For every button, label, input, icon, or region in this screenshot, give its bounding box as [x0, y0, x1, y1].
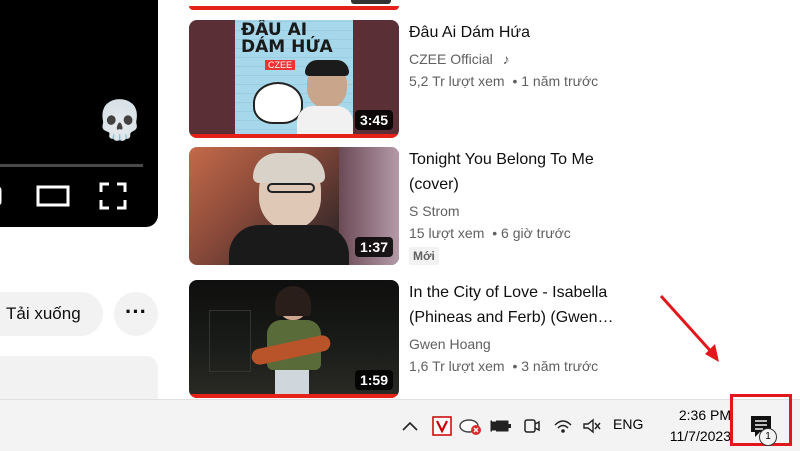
- download-button[interactable]: Tải xuống: [0, 292, 103, 336]
- wifi-icon: [554, 419, 572, 433]
- new-badge: Mới: [409, 247, 439, 265]
- channel-name[interactable]: Gwen Hoang: [409, 336, 639, 352]
- suggested-video[interactable]: 1:59 In the City of Love - Isabella (Phi…: [189, 280, 614, 400]
- ghost-character: [253, 82, 303, 124]
- theater-mode-icon[interactable]: [36, 180, 70, 212]
- upload-age: • 6 giờ trước: [492, 225, 571, 241]
- music-note-icon: ♪: [502, 51, 510, 67]
- previous-video-thumbnail-edge[interactable]: [189, 0, 399, 10]
- taskbar: ENG 2:36 PM 11/7/2023: [0, 399, 800, 451]
- video-meta: 1,6 Tr lượt xem • 3 năm trước: [409, 358, 639, 374]
- suggested-video[interactable]: 1:37 Tonight You Belong To Me (cover) S …: [189, 147, 609, 267]
- thumbnail-title-art: ĐÂU AI DÁM HỨA: [241, 20, 333, 57]
- duration-badge: 1:37: [354, 237, 393, 257]
- thumbnail-subtitle: CZEE: [265, 60, 296, 70]
- chevron-up-icon: [402, 421, 418, 431]
- person-body: [229, 225, 349, 265]
- skull-emoji: 💀: [96, 100, 144, 142]
- meet-now-tray-icon[interactable]: [520, 400, 544, 451]
- video-title[interactable]: Tonight You Belong To Me (cover): [409, 147, 639, 197]
- duration-badge-edge: [351, 0, 391, 4]
- video-thumbnail[interactable]: ĐÂU AI DÁM HỨA CZEE 3:45: [189, 20, 399, 138]
- view-count: 15 lượt xem: [409, 225, 485, 241]
- watch-progress-bar: [189, 394, 399, 398]
- view-count: 1,6 Tr lượt xem: [409, 358, 505, 374]
- watch-progress-bar: [189, 6, 399, 10]
- duration-badge: 1:59: [354, 370, 393, 390]
- person-hair: [253, 153, 325, 183]
- annotation-arrow: [659, 294, 719, 362]
- antivirus-tray-icon[interactable]: [430, 400, 454, 451]
- video-meta: 5,2 Tr lượt xem • 1 năm trước: [409, 73, 639, 89]
- onedrive-tray-icon[interactable]: [458, 400, 484, 451]
- player-progress-bar[interactable]: [0, 164, 143, 167]
- show-hidden-icons-button[interactable]: [398, 400, 422, 451]
- video-thumbnail[interactable]: 1:59: [189, 280, 399, 398]
- camera-icon: [524, 418, 540, 433]
- miniplayer-icon[interactable]: [0, 180, 6, 212]
- upload-age: • 1 năm trước: [512, 73, 599, 89]
- person-hair: [275, 286, 311, 316]
- video-info: In the City of Love - Isabella (Phineas …: [409, 280, 639, 374]
- suggested-video[interactable]: ĐÂU AI DÁM HỨA CZEE 3:45 Đâu Ai Dám Hứa …: [189, 20, 609, 140]
- shield-v-icon: [432, 415, 452, 436]
- clock-date: 11/7/2023: [669, 428, 731, 444]
- mic-stand-art: [209, 310, 251, 372]
- clock[interactable]: 2:36 PM 11/7/2023: [655, 405, 731, 447]
- fullscreen-icon[interactable]: [98, 180, 128, 212]
- video-info: Tonight You Belong To Me (cover) S Strom…: [409, 147, 639, 265]
- notification-count-badge: 1: [759, 428, 777, 446]
- more-actions-button[interactable]: ···: [114, 292, 158, 336]
- upload-age: • 3 năm trước: [512, 358, 599, 374]
- person-hair: [305, 60, 349, 76]
- channel-name-text[interactable]: CZEE Official: [409, 51, 493, 67]
- clock-time: 2:36 PM: [678, 407, 731, 423]
- battery-icon: [490, 420, 511, 431]
- input-language-indicator[interactable]: ENG: [613, 416, 643, 432]
- cloud-error-icon: [459, 418, 481, 435]
- speaker-muted-icon: [583, 418, 601, 433]
- video-title[interactable]: Đâu Ai Dám Hứa: [409, 20, 639, 45]
- glasses: [267, 183, 315, 193]
- battery-tray-icon[interactable]: [488, 400, 514, 451]
- video-meta: 15 lượt xem • 6 giờ trước: [409, 225, 639, 241]
- thumbnail-art: ĐÂU AI DÁM HỨA CZEE: [235, 20, 353, 138]
- channel-name[interactable]: S Strom: [409, 203, 639, 219]
- view-count: 5,2 Tr lượt xem: [409, 73, 505, 89]
- wifi-tray-icon[interactable]: [550, 400, 576, 451]
- video-info: Đâu Ai Dám Hứa CZEE Official ♪ 5,2 Tr lư…: [409, 20, 639, 89]
- watch-progress-bar: [189, 134, 399, 138]
- video-thumbnail[interactable]: 1:37: [189, 147, 399, 265]
- channel-name[interactable]: CZEE Official ♪: [409, 51, 639, 67]
- video-player[interactable]: 💀: [0, 0, 158, 227]
- volume-tray-icon[interactable]: [580, 400, 604, 451]
- duration-badge: 3:45: [354, 110, 393, 130]
- video-title[interactable]: In the City of Love - Isabella (Phineas …: [409, 280, 639, 330]
